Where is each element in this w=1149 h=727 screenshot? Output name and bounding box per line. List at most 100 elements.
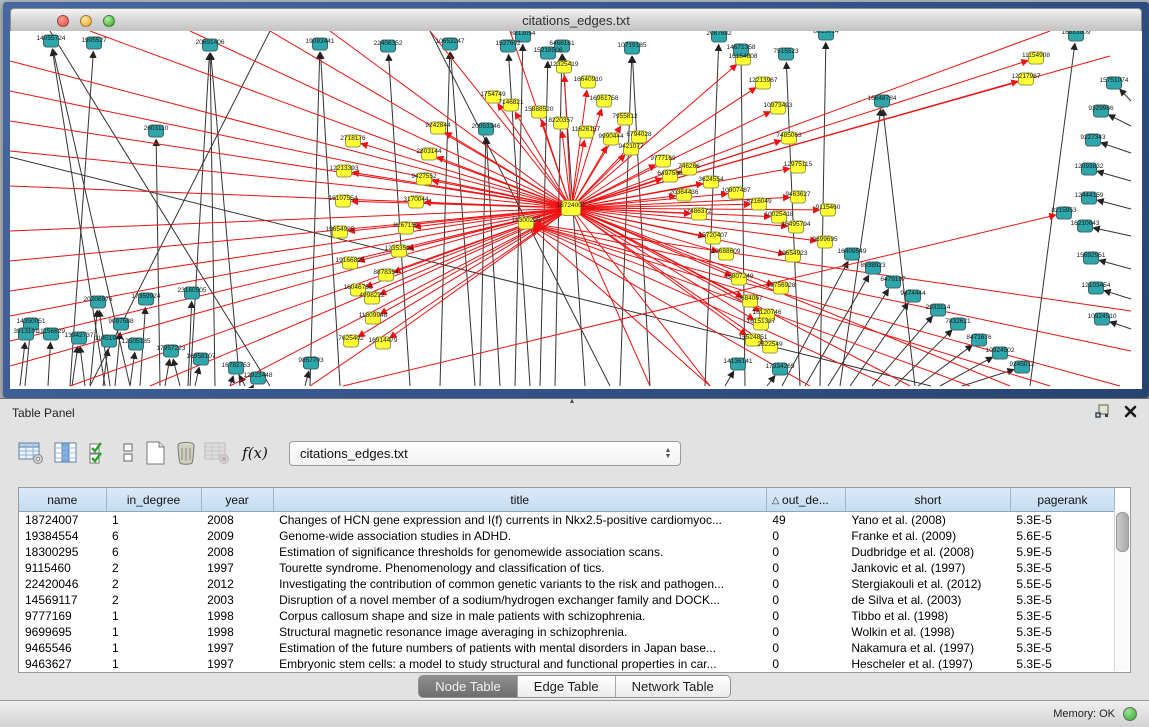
new-column-button[interactable] bbox=[140, 437, 170, 469]
graph-edge[interactable] bbox=[48, 343, 50, 386]
graph-edge[interactable] bbox=[1111, 322, 1131, 329]
column-header-pagerank[interactable]: pagerank bbox=[1010, 488, 1114, 512]
cell-short[interactable]: Nakamura et al. (1997) bbox=[845, 640, 1010, 656]
graph-edge[interactable] bbox=[571, 91, 587, 208]
graph-edge[interactable] bbox=[805, 276, 869, 386]
table-mode-button[interactable] bbox=[16, 437, 46, 469]
cell-in_degree[interactable]: 2 bbox=[106, 576, 201, 592]
cell-out_degree[interactable]: 0 bbox=[766, 608, 845, 624]
cell-in_degree[interactable]: 1 bbox=[106, 608, 201, 624]
node-table-grid[interactable]: namein_degreeyeartitle△out_de...shortpag… bbox=[19, 488, 1115, 672]
column-header-year[interactable]: year bbox=[201, 488, 273, 512]
graph-edge[interactable] bbox=[72, 347, 78, 386]
column-header-name[interactable]: name bbox=[19, 488, 106, 512]
cell-short[interactable]: de Silva et al. (2003) bbox=[845, 592, 1010, 608]
cell-year[interactable]: 2012 bbox=[201, 576, 273, 592]
graph-edge[interactable] bbox=[1098, 200, 1131, 209]
graph-edge[interactable] bbox=[165, 360, 169, 386]
cell-name[interactable]: 14569117 bbox=[19, 592, 106, 608]
cell-title[interactable]: Genome-wide association studies in ADHD. bbox=[273, 528, 766, 544]
graph-edge[interactable] bbox=[80, 347, 85, 386]
table-row[interactable]: 977716911998Corpus callosum shape and si… bbox=[19, 608, 1115, 624]
graph-edge[interactable] bbox=[10, 151, 571, 208]
cell-out_degree[interactable]: 0 bbox=[766, 528, 845, 544]
cell-name[interactable]: 19384554 bbox=[19, 528, 106, 544]
cell-year[interactable]: 1997 bbox=[201, 656, 273, 672]
row-height-button[interactable] bbox=[113, 437, 143, 469]
delete-table-button[interactable] bbox=[202, 437, 232, 469]
table-row[interactable]: 2242004622012Investigating the contribut… bbox=[19, 576, 1115, 592]
table-source-select[interactable]: citations_edges.txt ▲ ▼ bbox=[289, 441, 681, 466]
graph-edge[interactable] bbox=[1098, 171, 1131, 181]
cell-title[interactable]: Estimation of the future numbers of pati… bbox=[273, 640, 766, 656]
cell-name[interactable]: 22420046 bbox=[19, 576, 106, 592]
table-row[interactable]: 911546021997Tourette syndrome. Phenomeno… bbox=[19, 560, 1115, 576]
cell-short[interactable]: Franke et al. (2009) bbox=[845, 528, 1010, 544]
graph-edge[interactable] bbox=[1105, 291, 1131, 299]
cell-title[interactable]: Estimation of significance thresholds fo… bbox=[273, 544, 766, 560]
show-columns-button[interactable] bbox=[51, 437, 81, 469]
splitter-handle-icon[interactable]: ▴ bbox=[570, 398, 574, 404]
table-header-row[interactable]: namein_degreeyeartitle△out_de...shortpag… bbox=[19, 488, 1115, 512]
cell-year[interactable]: 2008 bbox=[201, 512, 273, 529]
cell-out_degree[interactable]: 49 bbox=[766, 512, 845, 529]
graph-edge[interactable] bbox=[173, 360, 180, 386]
function-builder-button[interactable]: f(x) bbox=[240, 437, 270, 469]
cell-out_degree[interactable]: 0 bbox=[766, 624, 845, 640]
graph-edge[interactable] bbox=[305, 372, 309, 386]
graph-edge[interactable] bbox=[620, 57, 632, 386]
graph-edge[interactable] bbox=[10, 208, 571, 261]
cell-in_degree[interactable]: 1 bbox=[106, 624, 201, 640]
cell-title[interactable]: Tourette syndrome. Phenomenology and cla… bbox=[273, 560, 766, 576]
graph-edge[interactable] bbox=[130, 353, 135, 386]
cell-pagerank[interactable]: 5.6E-5 bbox=[1010, 528, 1114, 544]
cell-pagerank[interactable]: 5.3E-5 bbox=[1010, 640, 1114, 656]
cell-title[interactable]: Embryonic stem cells: a model to study s… bbox=[273, 656, 766, 672]
cell-out_degree[interactable]: 0 bbox=[766, 576, 845, 592]
graph-edge[interactable] bbox=[1102, 143, 1131, 153]
graph-edge[interactable] bbox=[90, 31, 270, 386]
table-row[interactable]: 1456911722003Disruption of a novel membe… bbox=[19, 592, 1115, 608]
graph-edge[interactable] bbox=[555, 55, 562, 386]
cell-short[interactable]: Stergiakouli et al. (2012) bbox=[845, 576, 1010, 592]
cell-out_degree[interactable]: 0 bbox=[766, 592, 845, 608]
graph-edge[interactable] bbox=[25, 333, 30, 386]
table-vertical-scrollbar[interactable] bbox=[1114, 510, 1129, 671]
column-header-short[interactable]: short bbox=[845, 488, 1010, 512]
graph-edge[interactable] bbox=[895, 330, 952, 386]
cell-name[interactable]: 18724007 bbox=[19, 512, 106, 529]
cell-year[interactable]: 1998 bbox=[201, 624, 273, 640]
cell-pagerank[interactable]: 5.3E-5 bbox=[1010, 560, 1114, 576]
cell-out_degree[interactable]: 0 bbox=[766, 560, 845, 576]
table-row[interactable]: 946362711997Embryonic stem cells: a mode… bbox=[19, 656, 1115, 672]
column-header-title[interactable]: title bbox=[273, 488, 766, 512]
cell-pagerank[interactable]: 5.3E-5 bbox=[1010, 624, 1114, 640]
close-panel-icon[interactable] bbox=[1124, 405, 1137, 423]
network-window-titlebar[interactable]: citations_edges.txt bbox=[10, 8, 1142, 32]
cell-in_degree[interactable]: 1 bbox=[106, 656, 201, 672]
graph-edge[interactable] bbox=[872, 317, 932, 386]
cell-pagerank[interactable]: 5.5E-5 bbox=[1010, 576, 1114, 592]
graph-edge[interactable] bbox=[571, 208, 1010, 386]
select-columns-button[interactable] bbox=[84, 437, 114, 469]
graph-edge[interactable] bbox=[1109, 115, 1131, 126]
cell-in_degree[interactable]: 1 bbox=[106, 512, 201, 529]
graph-edge[interactable] bbox=[195, 368, 199, 386]
scrollbar-thumb[interactable] bbox=[1116, 512, 1129, 552]
cell-year[interactable]: 2008 bbox=[201, 544, 273, 560]
graph-edge[interactable] bbox=[10, 208, 571, 291]
cell-out_degree[interactable]: 0 bbox=[766, 640, 845, 656]
cell-pagerank[interactable]: 5.3E-5 bbox=[1010, 608, 1114, 624]
cell-in_degree[interactable]: 6 bbox=[106, 528, 201, 544]
cell-year[interactable]: 1997 bbox=[201, 640, 273, 656]
table-row[interactable]: 1938455462009Genome-wide association stu… bbox=[19, 528, 1115, 544]
graph-edge[interactable] bbox=[564, 76, 571, 208]
graph-edge[interactable] bbox=[883, 110, 915, 386]
cell-name[interactable]: 9777169 bbox=[19, 608, 106, 624]
graph-edge[interactable] bbox=[705, 45, 719, 386]
cell-in_degree[interactable]: 2 bbox=[106, 592, 201, 608]
tab-network-table[interactable]: Network Table bbox=[615, 676, 730, 697]
graph-edge[interactable] bbox=[940, 357, 992, 386]
cell-short[interactable]: Wolkin et al. (1998) bbox=[845, 624, 1010, 640]
cell-pagerank[interactable]: 5.3E-5 bbox=[1010, 592, 1114, 608]
